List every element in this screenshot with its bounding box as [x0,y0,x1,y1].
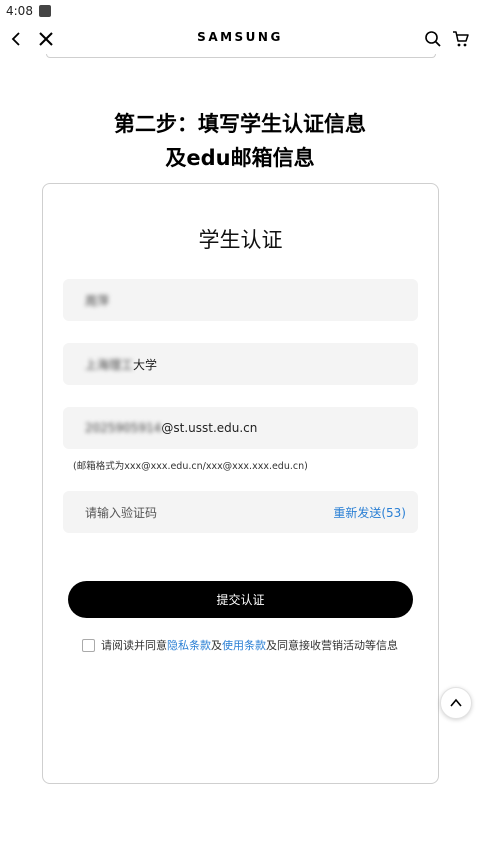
cart-button[interactable] [448,26,474,52]
agreement-checkbox[interactable] [82,638,95,652]
status-time: 4:08 [6,4,33,18]
resend-code-button[interactable]: 重新发送(53) [333,504,406,521]
verification-code-placeholder: 请输入验证码 [85,505,158,520]
status-bar: 4:08 [0,0,480,22]
email-format-hint: (邮箱格式为xxx@xxx.edu.cn/xxx@xxx.xxx.edu.cn) [73,461,308,472]
usage-terms-link[interactable]: 使用条款 [222,637,266,653]
search-button[interactable] [420,26,446,52]
search-icon [425,31,441,47]
agreement-row: 请阅读并同意 隐私条款 及 使用条款 及同意接收营销活动等信息 [82,637,398,653]
step-title-line1: 第二步：填写学生认证信息 [114,112,366,136]
cart-icon [453,31,469,47]
notification-icon [38,5,51,17]
scroll-to-top-button[interactable] [440,687,472,719]
agreement-and: 及 [211,639,222,652]
agreement-suffix: 及同意接收营销活动等信息 [266,639,398,652]
email-value-suffix: @st.usst.edu.cn [161,421,258,435]
school-value-suffix: 大学 [133,357,158,372]
card-title: 学生认证 [198,228,283,252]
school-value-blurred: 上海理工 [85,357,134,372]
step-title-line2: 及edu邮箱信息 [165,146,315,170]
email-field[interactable]: 2025905914 @st.usst.edu.cn [63,407,418,449]
school-field[interactable]: 上海理工 大学 [63,343,418,385]
name-field[interactable]: 周萍 [63,279,418,321]
submit-verification-button[interactable]: 提交认证 [68,581,413,618]
student-verification-card: 学生认证 周萍 上海理工 大学 2025905914 @st.usst.edu.… [42,183,439,784]
step-title: 第二步：填写学生认证信息 及edu邮箱信息 [0,107,480,175]
verification-code-field[interactable]: 请输入验证码 重新发送(53) [63,491,418,533]
name-value: 周萍 [85,293,110,308]
top-navigation-bar: SAMSUNG [0,22,480,56]
agreement-prefix: 请阅读并同意 [101,639,167,652]
chevron-up-icon [450,698,462,707]
top-divider [46,54,436,58]
brand-logo: SAMSUNG [197,30,283,44]
privacy-terms-link[interactable]: 隐私条款 [167,637,211,653]
email-value-blurred: 2025905914 [85,421,162,435]
